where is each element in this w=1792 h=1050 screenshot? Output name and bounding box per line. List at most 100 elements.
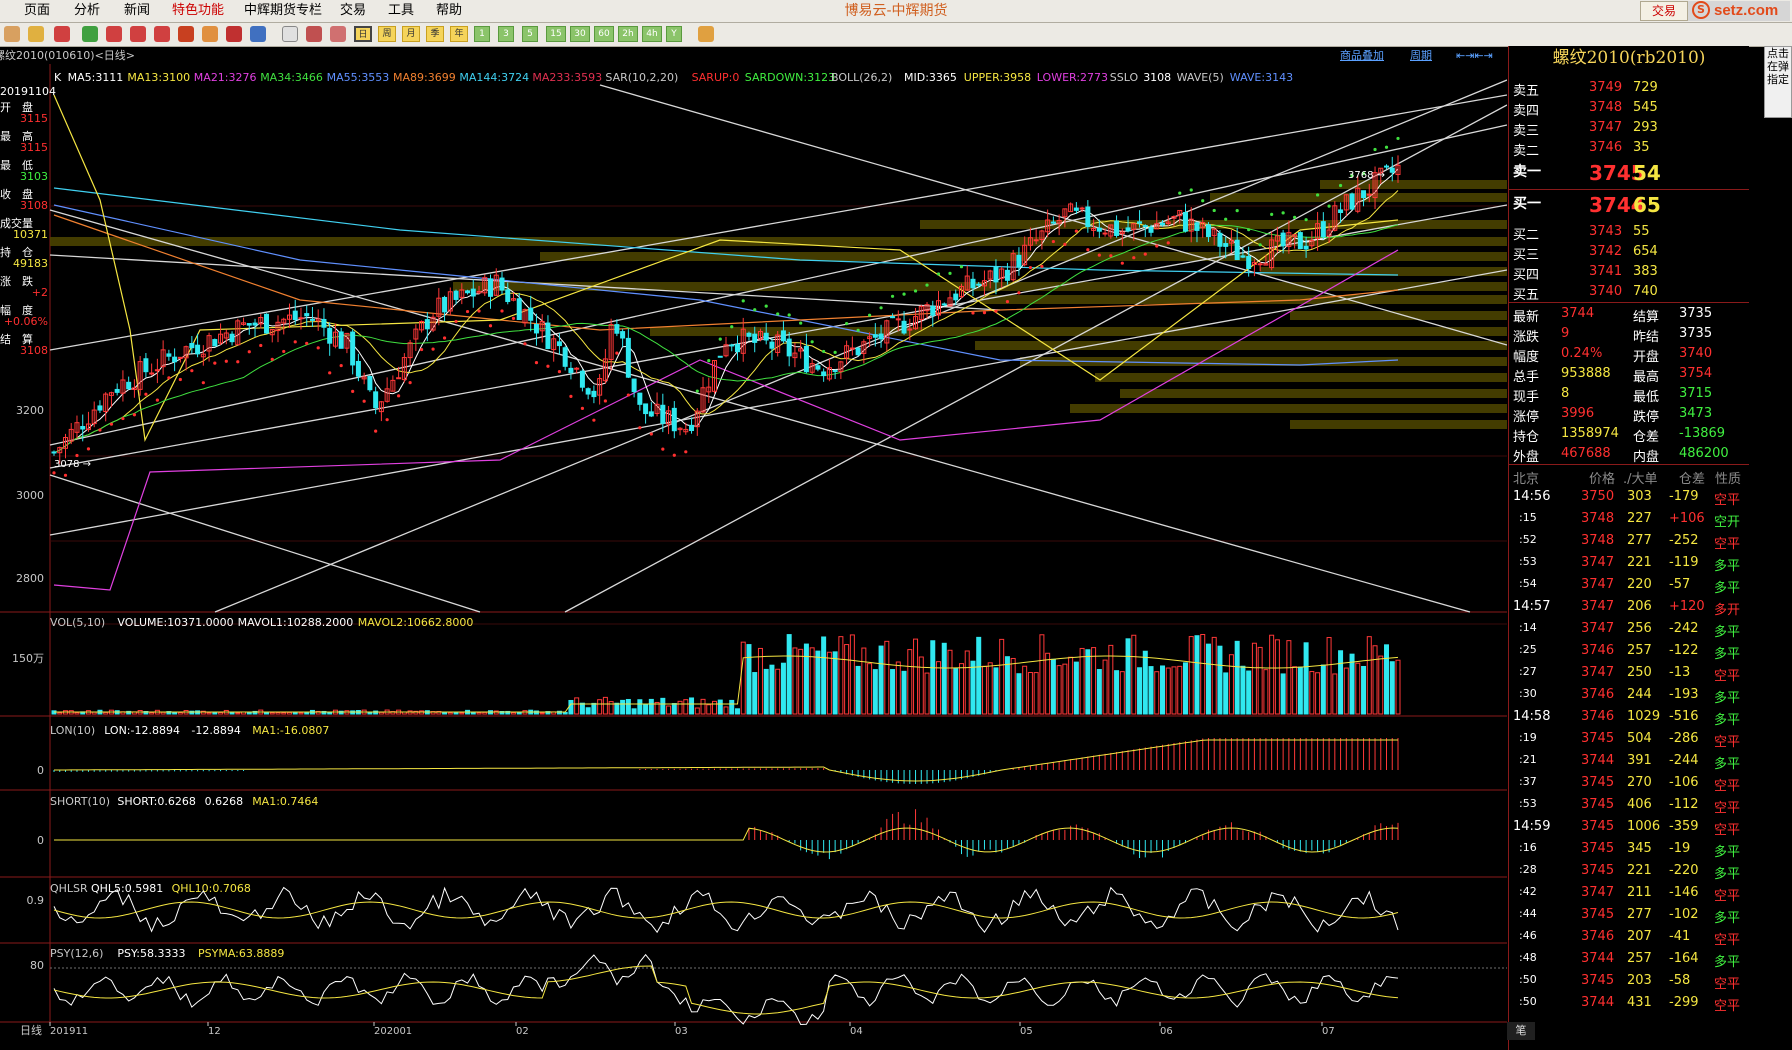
volume-bar	[1349, 653, 1355, 715]
tick-nature: 空平	[1714, 669, 1741, 684]
volume-bar	[769, 664, 775, 715]
stat-label: 昨结	[1633, 330, 1660, 345]
menu-tools[interactable]: 工具	[388, 4, 414, 18]
candle-body	[752, 333, 758, 343]
tick-header-cell: ./大单	[1623, 472, 1658, 487]
menu-page[interactable]: 页面	[24, 4, 50, 18]
sar-dot	[626, 393, 630, 397]
tick-row: 14:59 3745 1006 -359 空平	[1509, 816, 1749, 838]
sar-dot	[1338, 183, 1343, 188]
zoom-out-icon[interactable]	[130, 26, 146, 42]
period-4h[interactable]: 4h	[642, 26, 662, 42]
ask-price: 3747	[1589, 120, 1623, 135]
volume-profile-bar	[1210, 193, 1507, 202]
tick-price: 3745	[1581, 797, 1615, 812]
chart-canvas[interactable]: K MA5:3111 MA13:3100 MA21:3276 MA34:3466 MA55…	[0, 46, 1508, 1050]
side-hint-button[interactable]: 点击在弹指定	[1764, 46, 1792, 118]
folder-icon[interactable]	[28, 26, 44, 42]
tick-volume: 207	[1627, 929, 1652, 944]
sar-dot	[707, 359, 711, 363]
period-60min[interactable]: 60	[594, 26, 614, 42]
period-5min[interactable]: 5	[522, 26, 538, 42]
period-year[interactable]: 年	[450, 26, 468, 42]
volume-bar	[1131, 634, 1137, 715]
tick-nature: 空平	[1714, 977, 1741, 992]
period-1min[interactable]: 1	[474, 26, 490, 42]
home-icon[interactable]	[4, 26, 20, 42]
period-quarter[interactable]: 季	[426, 26, 444, 42]
volume-bar	[631, 708, 637, 715]
draw-pen-icon[interactable]	[178, 26, 194, 42]
period-30min[interactable]: 30	[570, 26, 590, 42]
candle-body	[264, 313, 270, 334]
volume-bar	[1355, 662, 1361, 715]
menu-news[interactable]: 新闻	[124, 4, 150, 18]
volume-profile-bar	[980, 295, 1507, 304]
trade-button[interactable]: 交易	[1640, 1, 1688, 21]
date-axis-label: 05	[1020, 1026, 1033, 1037]
tick-oi-change: -112	[1669, 797, 1699, 812]
date-axis-label: 06	[1160, 1026, 1173, 1037]
period-15min[interactable]: 15	[546, 26, 566, 42]
candle-body	[373, 391, 379, 409]
menu-features[interactable]: 特色功能	[172, 4, 224, 18]
table-icon[interactable]	[282, 26, 298, 42]
tick-nature: 多平	[1714, 647, 1741, 662]
period-week[interactable]: 周	[378, 26, 396, 42]
indicator-label: VOL(5,10)	[50, 616, 105, 629]
volume-bar	[947, 649, 953, 715]
sar-dot	[293, 340, 297, 344]
indicator-label: SARUP:0	[692, 71, 740, 84]
calculator-icon[interactable]	[698, 26, 714, 42]
tick-tab[interactable]: 笔	[1507, 1022, 1535, 1040]
period-custom[interactable]: Y	[666, 26, 682, 42]
logo-icon: S	[1692, 1, 1710, 19]
sar-dot	[799, 321, 803, 325]
menu-help[interactable]: 帮助	[436, 4, 462, 18]
indicator-icon[interactable]	[226, 26, 242, 42]
candle-body	[562, 347, 568, 367]
period-month[interactable]: 月	[402, 26, 420, 42]
chart-icon[interactable]	[306, 26, 322, 42]
tick-time: :16	[1519, 841, 1537, 854]
volume-bar	[832, 651, 838, 715]
volume-bar	[757, 647, 763, 715]
tick-oi-change: -193	[1669, 687, 1699, 702]
indicator-label: QHLSR	[50, 882, 88, 895]
contract-title: 螺纹2010(rb2010)	[1552, 48, 1706, 68]
candle-body	[189, 343, 195, 349]
tick-header-cell: 价格	[1589, 472, 1616, 487]
period-3min[interactable]: 3	[498, 26, 514, 42]
news-icon[interactable]	[54, 26, 70, 42]
settings-icon[interactable]	[250, 26, 266, 42]
volume-bar	[1251, 642, 1257, 715]
volume-bar	[1332, 673, 1338, 715]
period-2h[interactable]: 2h	[618, 26, 638, 42]
menu-analysis[interactable]: 分析	[74, 4, 100, 18]
volume-bar	[671, 703, 677, 715]
sar-dot	[305, 341, 309, 345]
refresh-icon[interactable]	[82, 26, 98, 42]
tick-volume: 220	[1627, 577, 1652, 592]
volume-bar	[625, 698, 631, 715]
volume-bar	[970, 660, 976, 715]
bid-label: 买三	[1513, 248, 1540, 263]
volume-bar	[821, 636, 827, 715]
menu-zhonghui-column[interactable]: 中辉期货专栏	[244, 4, 322, 18]
search-icon[interactable]	[154, 26, 170, 42]
tick-oi-change: -58	[1669, 973, 1691, 988]
sar-dot	[1384, 145, 1389, 149]
sar-dot	[913, 289, 918, 293]
menu-trade[interactable]: 交易	[340, 4, 366, 18]
draw-tool-icon[interactable]	[202, 26, 218, 42]
zoom-in-icon[interactable]	[106, 26, 122, 42]
ask-label: 卖四	[1513, 104, 1540, 119]
tick-time: :28	[1519, 863, 1537, 876]
volume-bar	[470, 712, 476, 715]
layout-icon[interactable]	[330, 26, 346, 42]
sar-dot	[971, 311, 975, 315]
period-day-icon[interactable]: 日	[354, 26, 372, 42]
tick-price: 3745	[1581, 731, 1615, 746]
chart-area[interactable]: K MA5:3111 MA13:3100 MA21:3276 MA34:3466 MA55…	[0, 46, 1508, 1050]
tick-nature: 空平	[1714, 933, 1741, 948]
